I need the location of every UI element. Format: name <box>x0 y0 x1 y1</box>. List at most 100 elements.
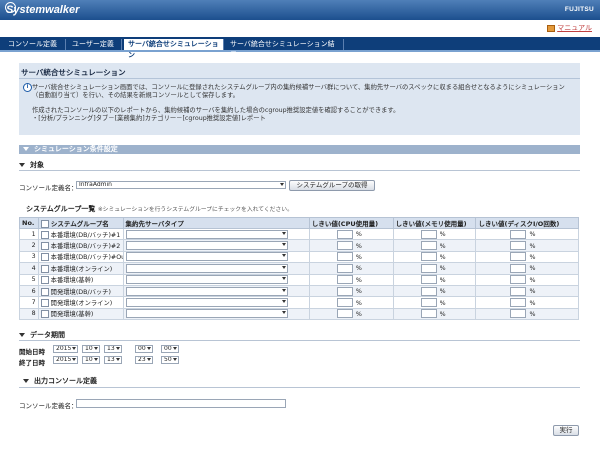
end-hour-select[interactable]: 23 <box>135 356 153 364</box>
cpu-threshold-input[interactable] <box>336 241 353 251</box>
cpu-threshold-input[interactable] <box>336 252 353 262</box>
server-type-select[interactable] <box>125 309 288 319</box>
tab-server-consolidation[interactable]: サーバ統合せシミュレーション <box>124 39 224 59</box>
row-checkbox[interactable] <box>40 264 49 273</box>
row-mem-cell: % <box>392 262 477 275</box>
memory-threshold-input[interactable] <box>420 229 437 239</box>
row-checkbox[interactable] <box>40 299 49 308</box>
memory-threshold-input[interactable] <box>420 286 437 296</box>
row-group-name: 本番環境(DB/バッチ)#OutOfSpec <box>50 254 122 262</box>
table-row: 3 本番環境(DB/バッチ)#OutOfSpec%%% <box>19 250 579 264</box>
row-mem-cell: % <box>392 273 477 286</box>
row-checkbox[interactable] <box>40 253 49 262</box>
row-number: 5 <box>19 273 39 286</box>
cpu-threshold-input[interactable] <box>336 229 353 239</box>
end-year-select[interactable]: 2015 <box>53 356 78 364</box>
chevron-down-icon <box>116 358 120 361</box>
server-type-select[interactable] <box>125 229 288 239</box>
disk-threshold-input[interactable] <box>510 286 527 296</box>
percent-unit: % <box>529 299 536 307</box>
memory-threshold-input[interactable] <box>420 241 437 251</box>
cpu-threshold-input[interactable] <box>336 309 353 319</box>
row-mem-cell: % <box>392 250 477 264</box>
table-row: 7 開発環境(オンライン)%%% <box>19 296 579 309</box>
get-system-groups-button[interactable]: システムグループの取得 <box>289 180 375 191</box>
chevron-down-icon <box>72 347 76 350</box>
memory-threshold-input[interactable] <box>420 275 437 285</box>
tab-simulation-result[interactable]: サーバ統合せシミュレーション結果 <box>226 39 344 59</box>
run-button[interactable]: 実行 <box>553 425 579 436</box>
server-type-select[interactable] <box>125 298 288 308</box>
data-period-subheader[interactable]: データ期間 <box>19 330 580 341</box>
system-group-list-heading: システムグループ一覧 ※シミュレーションを行うシステムグループにチェックを入れて… <box>26 204 293 214</box>
row-disk-cell: % <box>475 273 579 286</box>
server-type-select[interactable] <box>125 241 288 251</box>
tab-console-definition[interactable]: コンソール定義 <box>4 39 66 50</box>
intro-divider <box>19 78 580 79</box>
server-type-select[interactable] <box>125 263 288 273</box>
start-hour-select[interactable]: 00 <box>135 345 153 353</box>
disk-threshold-input[interactable] <box>510 275 527 285</box>
tab-strip: コンソール定義 ユーザー定義 サーバ統合せシミュレーション サーバ統合せシミュレ… <box>0 37 600 59</box>
cpu-threshold-input[interactable] <box>336 298 353 308</box>
row-checkbox[interactable] <box>40 310 49 319</box>
percent-unit: % <box>355 242 362 250</box>
row-checkbox[interactable] <box>40 287 49 296</box>
row-cpu-cell: % <box>308 296 394 309</box>
manual-link[interactable]: マニュアル <box>547 23 592 33</box>
chevron-down-icon <box>94 358 98 361</box>
chevron-down-icon <box>281 254 286 258</box>
disk-threshold-input[interactable] <box>510 298 527 308</box>
simulation-conditions-header[interactable]: シミュレーション条件設定 <box>19 145 580 154</box>
row-group-cell: 本番環境(DB/バッチ)#1 <box>37 227 124 241</box>
disk-threshold-input[interactable] <box>510 241 527 251</box>
disk-threshold-input[interactable] <box>510 263 527 273</box>
disk-threshold-input[interactable] <box>510 309 527 319</box>
percent-unit: % <box>529 265 536 273</box>
memory-threshold-input[interactable] <box>420 252 437 262</box>
end-minute-select[interactable]: 50 <box>161 356 179 364</box>
row-disk-cell: % <box>475 296 579 309</box>
end-month-select[interactable]: 10 <box>82 356 100 364</box>
row-number: 8 <box>19 307 39 321</box>
row-checkbox[interactable] <box>40 242 49 251</box>
start-year-select[interactable]: 2015 <box>53 345 78 353</box>
percent-unit: % <box>355 299 362 307</box>
row-type-cell <box>122 296 310 309</box>
row-disk-cell: % <box>475 239 579 252</box>
console-definition-value: InfraAdmin <box>79 181 112 188</box>
output-console-subheader[interactable]: 出力コンソール定義 <box>19 377 580 388</box>
tab-user-definition[interactable]: ユーザー定義 <box>68 39 122 50</box>
disk-threshold-input[interactable] <box>510 252 527 262</box>
row-cpu-cell: % <box>308 250 394 264</box>
disk-threshold-input[interactable] <box>510 229 527 239</box>
memory-threshold-input[interactable] <box>420 298 437 308</box>
chevron-down-icon <box>281 277 286 281</box>
start-minute-select[interactable]: 00 <box>161 345 179 353</box>
server-type-select[interactable] <box>125 275 288 285</box>
start-day-select[interactable]: 13 <box>104 345 122 353</box>
target-subheader[interactable]: 対象 <box>19 160 580 171</box>
col-mem-header: しきい値(メモリ使用量) <box>392 217 477 229</box>
intro-panel: サーバ統合せシミュレーション i サーバ統合せシミュレーション画面では、コンソー… <box>19 63 580 135</box>
manual-book-icon <box>547 24 556 32</box>
end-day-select[interactable]: 13 <box>104 356 122 364</box>
cpu-threshold-input[interactable] <box>336 263 353 273</box>
server-type-select[interactable] <box>125 252 288 262</box>
row-mem-cell: % <box>392 284 477 298</box>
select-all-checkbox[interactable] <box>40 220 49 228</box>
start-year-value: 2015 <box>56 345 72 352</box>
memory-threshold-input[interactable] <box>420 309 437 319</box>
output-console-name-input[interactable] <box>76 399 286 408</box>
cpu-threshold-input[interactable] <box>336 286 353 296</box>
percent-unit: % <box>529 231 536 239</box>
memory-threshold-input[interactable] <box>420 263 437 273</box>
row-checkbox[interactable] <box>40 276 49 285</box>
start-minute-value: 00 <box>164 345 172 352</box>
cpu-threshold-input[interactable] <box>336 275 353 285</box>
server-type-select[interactable] <box>125 286 288 296</box>
row-type-cell <box>122 273 310 286</box>
console-definition-select[interactable]: InfraAdmin <box>76 181 286 189</box>
start-month-select[interactable]: 10 <box>82 345 100 353</box>
row-checkbox[interactable] <box>40 230 49 239</box>
